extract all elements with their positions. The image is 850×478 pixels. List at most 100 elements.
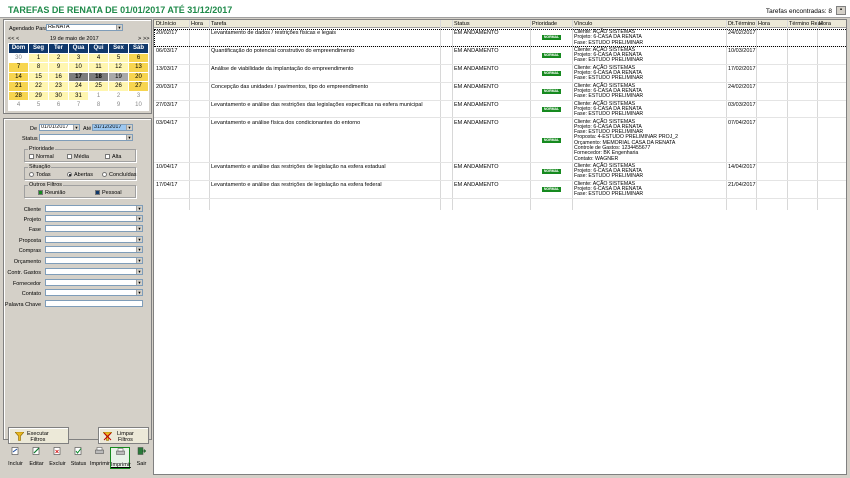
sair-button[interactable]: Sair — [132, 447, 151, 469]
calendar-day[interactable]: 5 — [28, 100, 49, 111]
calendar-day[interactable]: 27 — [128, 81, 149, 92]
calendar-day[interactable]: 9 — [108, 100, 129, 111]
pessoal-checkbox[interactable]: Pessoal — [95, 190, 122, 196]
prev-year-button[interactable]: << — [8, 36, 14, 42]
next-month-button[interactable]: > — [138, 36, 141, 42]
normal-checkbox[interactable]: Normal — [29, 154, 54, 160]
calendar-day[interactable]: 2 — [48, 52, 69, 63]
calendar-day-selected[interactable]: 19 — [108, 71, 129, 82]
calendar-day[interactable]: 29 — [28, 90, 49, 101]
imprimir-button[interactable]: Imprimir — [90, 447, 110, 469]
col-prioridade[interactable]: Prioridade — [532, 21, 557, 27]
media-checkbox[interactable]: Média — [67, 154, 89, 160]
cell-dt-termino: 03/03/2017 — [728, 101, 756, 108]
table-row[interactable]: 06/03/17 Quantificação do potencial const… — [154, 47, 846, 65]
agenda-select[interactable]: RENATA ▼ — [46, 24, 123, 31]
table-row[interactable]: 20/03/17 Concepção das unidades / pavimen… — [154, 83, 846, 101]
calendar-day[interactable]: 15 — [28, 71, 49, 82]
calendar-day[interactable]: 9 — [48, 62, 69, 73]
compras-select[interactable]: ▼ — [45, 246, 143, 253]
col-hora-real[interactable]: Hora — [819, 21, 831, 27]
calendar-day[interactable]: 3 — [128, 90, 149, 101]
reuniao-checkbox[interactable]: Reunião — [38, 190, 66, 196]
calendar-day[interactable]: 25 — [88, 81, 109, 92]
col-hora-termino[interactable]: Hora — [758, 21, 770, 27]
calendar-day[interactable]: 21 — [8, 81, 29, 92]
calendar-day[interactable]: 18 — [88, 71, 109, 82]
calendar-day[interactable]: 13 — [128, 62, 149, 73]
calendar-day[interactable]: 24 — [68, 81, 89, 92]
date-from-input[interactable]: 01/01/2017 ▼ — [39, 124, 80, 131]
next-year-button[interactable]: >> — [143, 36, 149, 42]
table-row[interactable]: 10/04/17 Levantamento e análise das restr… — [154, 163, 846, 181]
alta-checkbox[interactable]: Alta — [105, 154, 121, 160]
calendar-day[interactable]: 26 — [108, 81, 129, 92]
excluir-button[interactable]: Excluir — [48, 447, 67, 469]
incluir-button[interactable]: Incluir — [6, 447, 25, 469]
table-row[interactable]: 20/02/17 Levantamento de dados / restriçõ… — [154, 29, 846, 47]
compras-label: Compras — [18, 248, 41, 254]
calendar-day[interactable]: 31 — [68, 90, 89, 101]
calendar-day[interactable]: 6 — [128, 52, 149, 63]
calendar-day[interactable]: 2 — [108, 90, 129, 101]
calendar-day[interactable]: 23 — [48, 81, 69, 92]
fase-select[interactable]: ▼ — [45, 225, 143, 232]
contr-gastos-select[interactable]: ▼ — [45, 268, 143, 275]
calendar-day[interactable]: 14 — [8, 71, 29, 82]
col-status[interactable]: Status — [454, 21, 470, 27]
palavra-chave-input[interactable] — [45, 300, 143, 307]
concluidas-radio[interactable]: Concluídas — [102, 172, 137, 178]
todas-radio[interactable]: Todas — [29, 172, 51, 178]
vinculo-line: Contato: WAGNER — [574, 155, 619, 162]
calendar-day[interactable]: 12 — [108, 62, 129, 73]
calendar-day[interactable]: 8 — [88, 100, 109, 111]
calendar-day[interactable]: 5 — [108, 52, 129, 63]
calendar-day[interactable]: 30 — [8, 52, 29, 63]
tasks-table[interactable]: Dt.Início Hora Tarefa Status Prioridade … — [153, 19, 847, 475]
calendar-day[interactable]: 11 — [88, 62, 109, 73]
limpar-filtros-button[interactable]: Limpar Filtros — [98, 427, 149, 444]
calendar-day[interactable]: 3 — [68, 52, 89, 63]
executar-filtros-button[interactable]: Executar Filtros — [8, 427, 69, 444]
calendar-day[interactable]: 8 — [28, 62, 49, 73]
projeto-select[interactable]: ▼ — [45, 215, 143, 222]
fornecedor-select[interactable]: ▼ — [45, 279, 143, 286]
col-dt-inicio[interactable]: Dt.Início — [156, 21, 176, 27]
status-select[interactable]: ▼ — [39, 134, 133, 141]
proposta-select[interactable]: ▼ — [45, 236, 143, 243]
imprimir-lista-button[interactable]: Imprimir — [110, 447, 131, 469]
table-row[interactable]: 27/03/17 Levantamento e análise das restr… — [154, 101, 846, 119]
cell-vinculo: Cliente: AÇÃO SISTEMAS Projeto: 6-CASA DA… — [574, 119, 678, 162]
close-icon[interactable]: ▪ — [836, 6, 846, 15]
prev-month-button[interactable]: < — [16, 36, 19, 42]
calendar-day[interactable]: 1 — [88, 90, 109, 101]
date-to-input[interactable]: 31/12/2017 ▼ — [92, 124, 133, 131]
calendar-day[interactable]: 6 — [48, 100, 69, 111]
editar-button[interactable]: Editar — [27, 447, 46, 469]
table-row[interactable]: 13/03/17 Análise de viabilidade da implan… — [154, 65, 846, 83]
status-button[interactable]: Status — [69, 447, 88, 469]
calendar-day[interactable]: 22 — [28, 81, 49, 92]
calendar-day[interactable]: 4 — [88, 52, 109, 63]
cliente-select[interactable]: ▼ — [45, 205, 143, 212]
orcamento-select[interactable]: ▼ — [45, 257, 143, 264]
calendar-day[interactable]: 10 — [128, 100, 149, 111]
table-row[interactable]: 03/04/17 Levantamento e análise física do… — [154, 119, 846, 163]
calendar-day[interactable]: 4 — [8, 100, 29, 111]
table-row[interactable]: 17/04/17 Levantamento e análise das restr… — [154, 181, 846, 199]
abertas-radio[interactable]: Abertas — [67, 172, 93, 178]
col-tarefa[interactable]: Tarefa — [211, 21, 226, 27]
calendar-day[interactable]: 28 — [8, 90, 29, 101]
calendar-day[interactable]: 1 — [28, 52, 49, 63]
calendar-day[interactable]: 16 — [48, 71, 69, 82]
calendar-day[interactable]: 10 — [68, 62, 89, 73]
col-hora[interactable]: Hora — [191, 21, 203, 27]
col-dt-termino[interactable]: Dt.Término — [728, 21, 755, 27]
calendar-day[interactable]: 7 — [8, 62, 29, 73]
calendar-day[interactable]: 20 — [128, 71, 149, 82]
calendar-day[interactable]: 17 — [68, 71, 89, 82]
calendar-day[interactable]: 30 — [48, 90, 69, 101]
calendar-day[interactable]: 7 — [68, 100, 89, 111]
contato-select[interactable]: ▼ — [45, 289, 143, 296]
col-vinculo[interactable]: Vínculo — [574, 21, 592, 27]
